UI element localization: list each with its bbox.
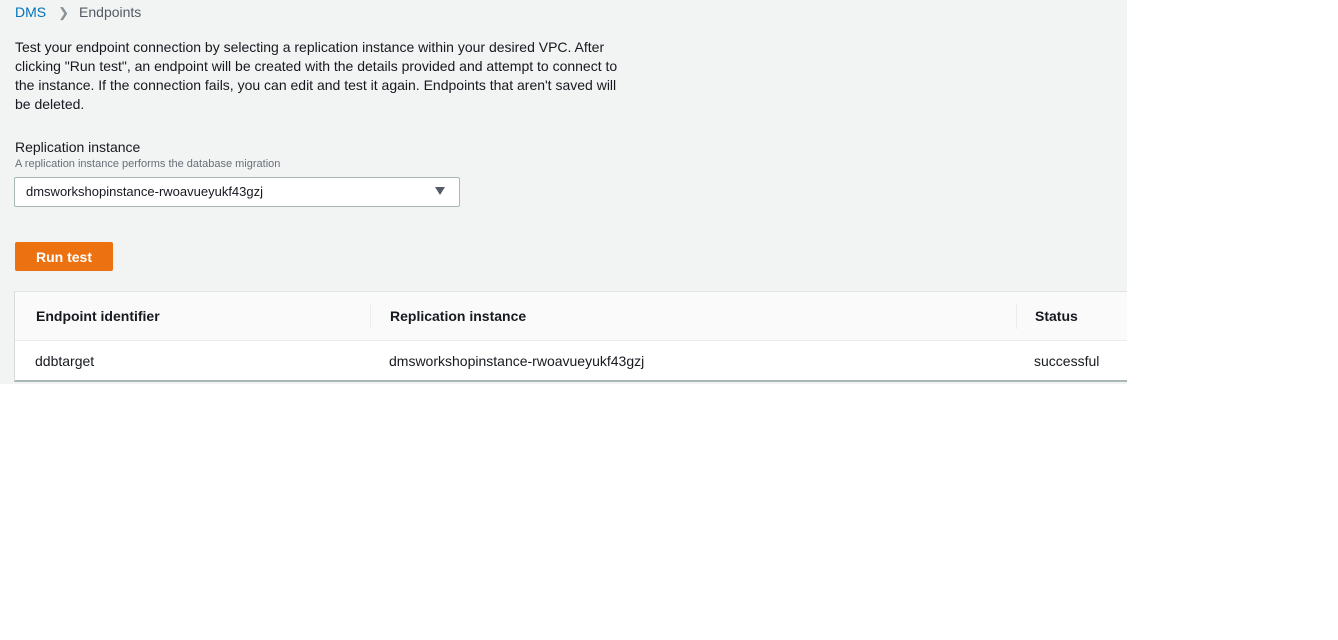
column-divider [370, 304, 371, 329]
breadcrumb-current: Endpoints [79, 4, 142, 20]
replication-instance-label: Replication instance [15, 139, 141, 155]
replication-instance-select[interactable]: dmsworkshopinstance-rwoavueyukf43gzj [14, 177, 460, 207]
column-divider [1016, 304, 1017, 329]
column-header-status[interactable]: Status [1035, 292, 1078, 341]
table-header-row: Endpoint identifier Replication instance… [15, 292, 1127, 341]
cell-replication-instance: dmsworkshopinstance-rwoavueyukf43gzj [389, 353, 645, 369]
column-header-endpoint-identifier[interactable]: Endpoint identifier [36, 292, 160, 341]
cell-endpoint-identifier: ddbtarget [35, 353, 95, 369]
breadcrumb: DMS ❯ Endpoints [15, 3, 141, 21]
replication-instance-hint: A replication instance performs the data… [15, 158, 281, 170]
breadcrumb-link-dms[interactable]: DMS [15, 4, 46, 20]
caret-down-icon [435, 187, 445, 195]
chevron-right-icon: ❯ [58, 5, 70, 20]
test-results-table: Endpoint identifier Replication instance… [14, 291, 1127, 382]
column-header-replication-instance[interactable]: Replication instance [390, 292, 526, 341]
run-test-button[interactable]: Run test [15, 242, 113, 271]
test-endpoint-panel: DMS ❯ Endpoints Test your endpoint connect… [0, 0, 1127, 384]
replication-instance-selected-value: dmsworkshopinstance-rwoavueyukf43gzj [26, 184, 264, 199]
cell-status: successful [1034, 353, 1100, 369]
test-connection-description: Test your endpoint connection by selecti… [15, 39, 618, 112]
